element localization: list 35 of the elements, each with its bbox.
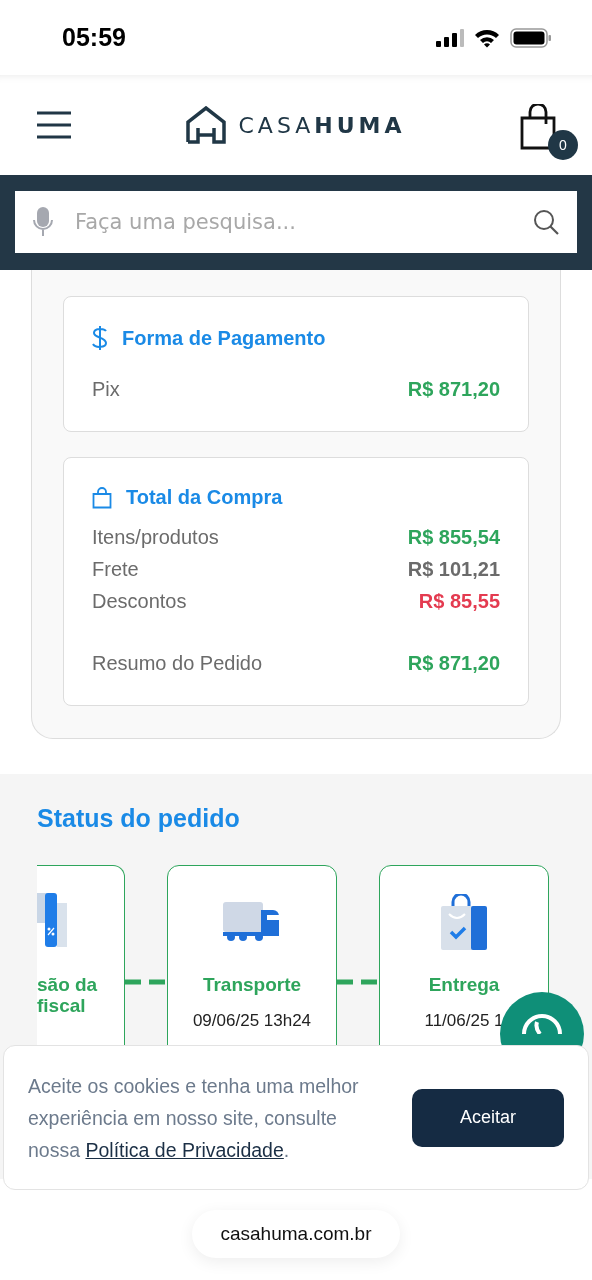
truck-icon: [223, 902, 281, 942]
signal-icon: [436, 28, 464, 47]
price-label: Frete: [92, 557, 139, 581]
price-value: R$ 871,20: [407, 377, 500, 401]
dollar-icon: [92, 325, 108, 351]
search-icon[interactable]: [533, 209, 559, 235]
battery-icon: [510, 27, 552, 48]
cookie-message: Aceite os cookies e tenha uma melhor experiência em nosso site, consulte nossa Política de Privacidade.: [28, 1073, 360, 1163]
price-value: R$ 855,54: [407, 525, 500, 549]
accept-button[interactable]: Aceitar: [412, 1088, 564, 1147]
step-title: são da fiscal: [37, 974, 99, 1016]
price-label: Itens/produtos: [92, 525, 219, 549]
price-value: R$ 871,20: [407, 651, 500, 675]
house-logo-icon: [186, 106, 227, 144]
shopping-bag-icon: [92, 486, 112, 509]
price-label: Pix: [92, 377, 120, 401]
search-bar[interactable]: Faça uma pesquisa...: [15, 191, 577, 253]
cart-count-badge: 0: [548, 130, 578, 160]
price-value: R$ 101,21: [407, 557, 500, 581]
price-value: R$ 85,55: [418, 589, 500, 613]
clock-time: 05:59: [62, 23, 126, 52]
url-bar[interactable]: casahuma.com.br: [192, 1210, 400, 1258]
price-label: Descontos: [92, 589, 187, 613]
wifi-icon: [474, 27, 500, 48]
shopping-bag-icon: [441, 894, 487, 950]
section-title: Status do pedido: [37, 804, 241, 833]
step-title: Entrega: [428, 974, 500, 995]
card-title: Total da Compra: [126, 486, 283, 509]
card-title: Forma de Pagamento: [122, 326, 326, 350]
price-label: Resumo do Pedido: [92, 651, 263, 675]
step-date: 09/06/25 13h24: [192, 1011, 312, 1031]
brand-logo[interactable]: CASA HUMA: [238, 112, 406, 138]
menu-icon[interactable]: [36, 111, 72, 139]
privacy-policy-link[interactable]: Política de Privacidade: [85, 1138, 284, 1161]
step-title: Transporte: [202, 974, 302, 995]
